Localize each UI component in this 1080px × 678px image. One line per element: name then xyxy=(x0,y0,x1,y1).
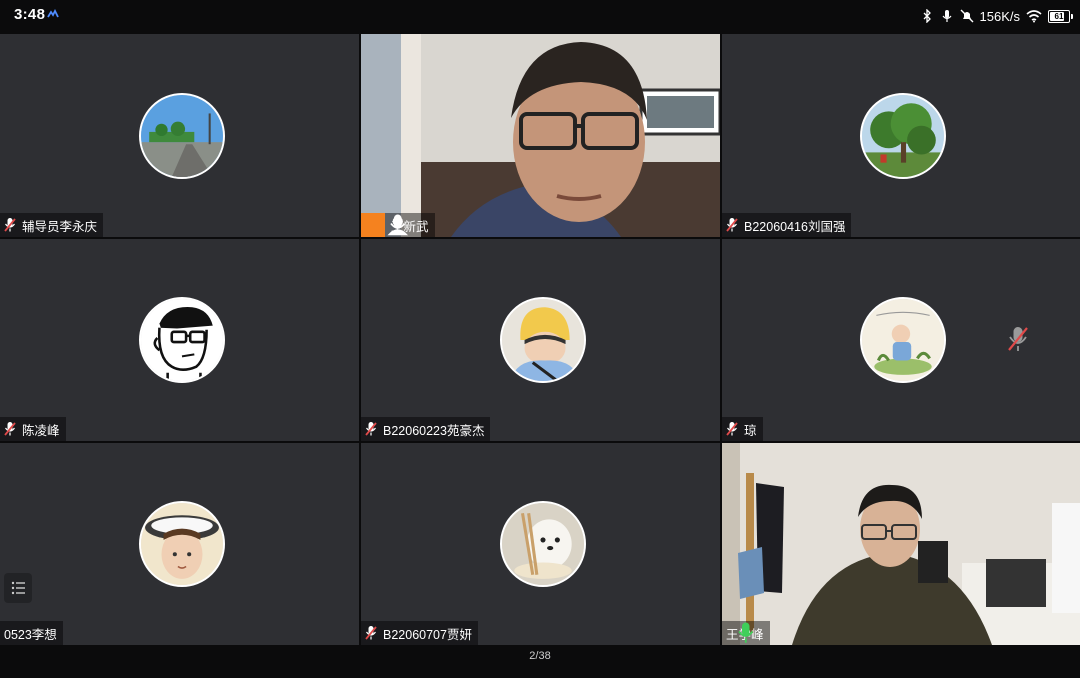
name-tag: 陈凌峰 xyxy=(0,417,66,441)
bluetooth-icon xyxy=(923,9,931,23)
status-bar: 3:48 156K/s 61 xyxy=(0,0,1080,34)
participant-grid: 辅导员李永庆 王新武 B22060416刘国强 陈凌峰 B22060223苑豪杰… xyxy=(0,34,1080,645)
participant-avatar xyxy=(860,297,946,383)
participant-tile[interactable]: 王新武 xyxy=(361,34,720,237)
mic-muted-icon xyxy=(4,218,16,232)
page-number: 2/38 xyxy=(529,650,551,662)
mic-muted-icon xyxy=(4,422,16,436)
wifi-icon xyxy=(1026,10,1042,23)
participant-tile[interactable]: B22060416刘国强 xyxy=(722,34,1080,237)
name-tag: B22060223苑豪杰 xyxy=(361,417,491,441)
battery-level: 61 xyxy=(1054,11,1064,21)
page-indicator: 2/38 xyxy=(0,645,1080,678)
list-icon xyxy=(11,581,25,595)
name-tag: 辅导员李永庆 xyxy=(0,213,104,237)
network-speed: 156K/s xyxy=(979,8,1020,24)
participant-avatar xyxy=(138,297,225,383)
participant-name: B22060416刘国强 xyxy=(744,219,846,234)
participant-name: B22060223苑豪杰 xyxy=(383,423,485,438)
name-tag: 0523李想 xyxy=(0,621,63,645)
mic-muted-icon xyxy=(365,626,377,640)
participant-avatar xyxy=(499,501,586,587)
participant-tile[interactable]: 琼 xyxy=(722,239,1080,441)
participant-avatar xyxy=(138,92,225,179)
participant-name: 琼 xyxy=(744,423,757,438)
name-tag: 琼 xyxy=(722,417,763,441)
name-tag: B22060707贾妍 xyxy=(361,621,478,645)
participant-avatar xyxy=(499,297,586,383)
participant-avatar xyxy=(860,92,946,179)
mic-muted-icon xyxy=(1008,327,1028,351)
name-tag: B22060416刘国强 xyxy=(722,213,852,237)
participant-name: 0523李想 xyxy=(4,627,57,642)
mute-bell-icon xyxy=(960,9,974,23)
name-tag: 王新武 xyxy=(361,213,435,237)
app-notification-icon xyxy=(47,9,59,18)
name-tag: 王学峰 xyxy=(722,621,770,645)
status-icons: 156K/s 61 xyxy=(920,5,1073,27)
participant-name: B22060707贾妍 xyxy=(383,627,472,642)
mic-muted-icon xyxy=(726,422,738,436)
participant-tile[interactable]: 陈凌峰 xyxy=(0,239,359,441)
clock: 3:48 xyxy=(14,6,46,23)
participant-avatar xyxy=(138,501,225,587)
participant-tile[interactable]: B22060223苑豪杰 xyxy=(361,239,720,441)
mic-on-icon xyxy=(390,214,406,235)
participant-tile[interactable]: B22060707贾妍 xyxy=(361,443,720,645)
participant-video xyxy=(361,34,720,237)
battery-icon: 61 xyxy=(1048,9,1073,23)
participant-list-button[interactable] xyxy=(4,573,32,603)
participant-name: 辅导员李永庆 xyxy=(22,219,98,234)
participant-video xyxy=(722,443,1080,645)
participant-tile[interactable]: 辅导员李永庆 xyxy=(0,34,359,237)
participant-tile[interactable]: 0523李想 xyxy=(0,443,359,645)
mic-status-icon xyxy=(942,10,951,22)
participant-tile-active-speaker[interactable]: 王学峰 xyxy=(722,443,1080,645)
mic-muted-icon xyxy=(726,218,738,232)
mic-speaking-icon xyxy=(738,622,754,643)
mic-muted-icon xyxy=(365,422,377,436)
participant-name: 陈凌峰 xyxy=(22,423,60,438)
